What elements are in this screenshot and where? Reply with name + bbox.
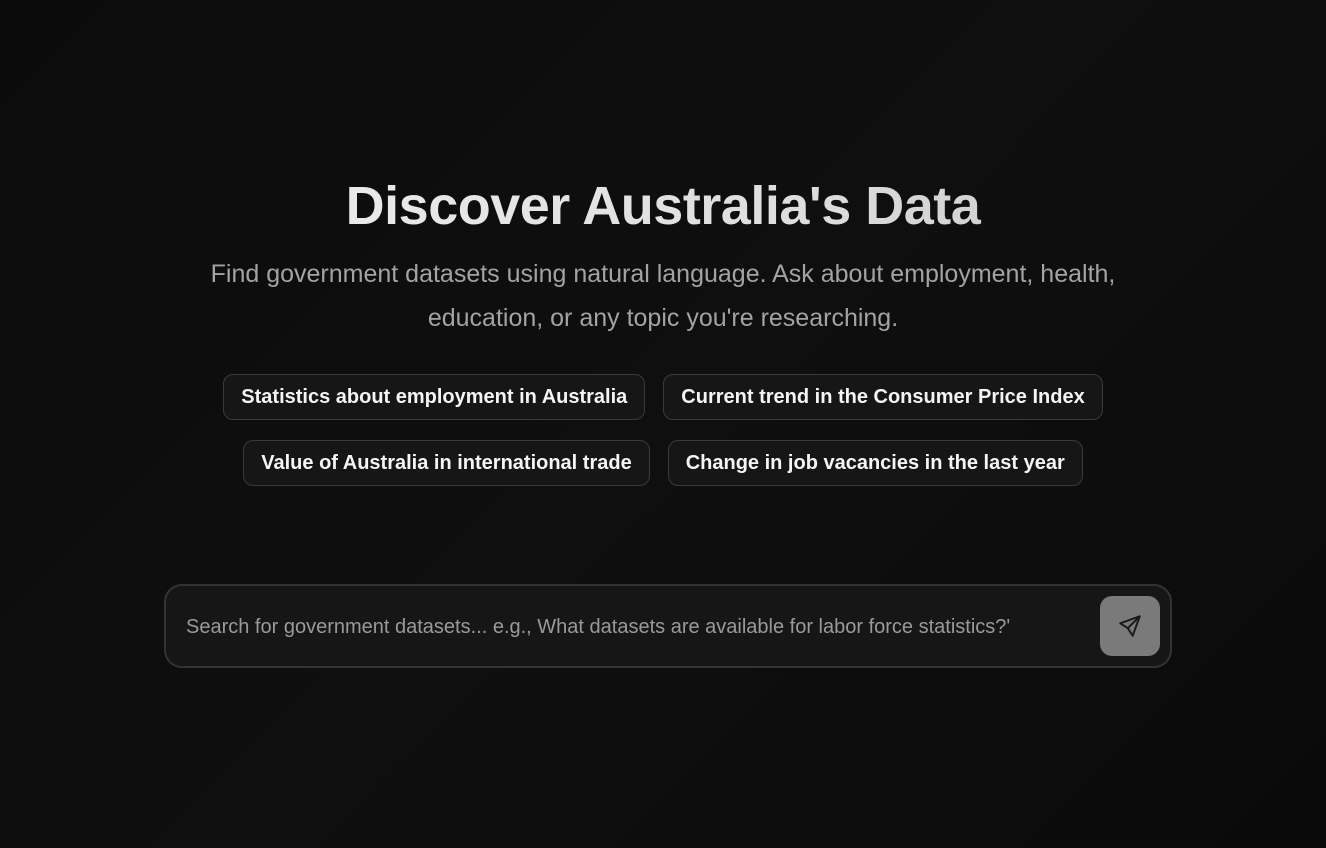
suggestion-chip-employment[interactable]: Statistics about employment in Australia — [223, 374, 646, 420]
search-input[interactable] — [184, 606, 1088, 648]
suggestion-chip-cpi[interactable]: Current trend in the Consumer Price Inde… — [663, 374, 1103, 420]
page-title: Discover Australia's Data — [0, 172, 1326, 240]
send-icon — [1119, 615, 1141, 637]
search-bar — [164, 584, 1172, 668]
suggestion-chip-job-vacancies[interactable]: Change in job vacancies in the last year — [667, 440, 1083, 486]
suggestion-row-1: Statistics about employment in Australia… — [0, 374, 1326, 420]
suggestion-row-2: Value of Australia in international trad… — [0, 440, 1326, 486]
send-button[interactable] — [1100, 596, 1160, 656]
page-subtitle: Find government datasets using natural l… — [210, 260, 1116, 332]
suggestion-chip-trade[interactable]: Value of Australia in international trad… — [243, 440, 650, 486]
